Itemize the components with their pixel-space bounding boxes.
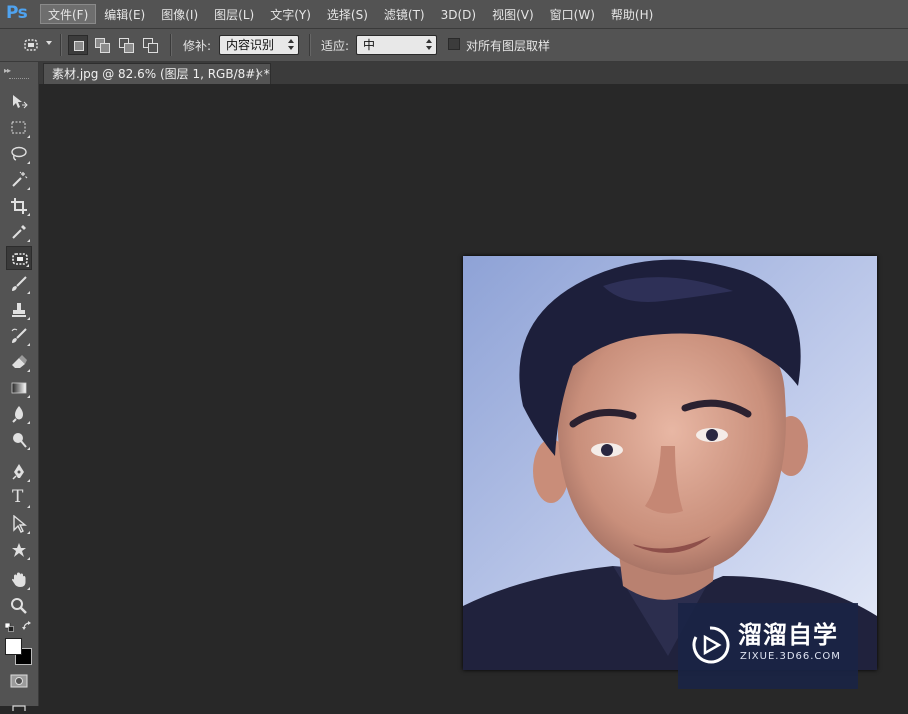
watermark-url: ZIXUE.3D66.COM <box>740 651 841 662</box>
patch-label: 修补: <box>183 39 212 53</box>
close-icon[interactable]: × <box>255 64 264 84</box>
menu-edit[interactable]: 编辑(E) <box>96 4 153 24</box>
menu-3d[interactable]: 3D(D) <box>433 4 484 24</box>
swap-colors-icon[interactable] <box>22 620 32 630</box>
menu-window[interactable]: 窗口(W) <box>542 4 603 24</box>
custom-shape-tool-icon[interactable] <box>6 538 32 562</box>
menu-type[interactable]: 文字(Y) <box>262 4 319 24</box>
play-logo-icon <box>692 626 730 664</box>
patch-tool-icon[interactable] <box>6 246 32 270</box>
magic-wand-tool-icon[interactable] <box>6 168 32 192</box>
menu-view[interactable]: 视图(V) <box>484 4 542 24</box>
screen-mode-icon[interactable] <box>12 700 26 713</box>
subtract-from-selection-button[interactable] <box>116 35 136 55</box>
intersect-selection-button[interactable] <box>140 35 160 55</box>
gradient-tool-icon[interactable] <box>6 376 32 400</box>
lasso-tool-icon[interactable] <box>6 142 32 166</box>
history-brush-tool-icon[interactable] <box>6 324 32 348</box>
adapt-label: 适应: <box>321 39 350 53</box>
quick-mask-icon[interactable] <box>10 674 28 688</box>
sample-all-layers-label[interactable]: 对所有图层取样 <box>466 37 550 54</box>
brush-tool-icon[interactable] <box>6 272 32 296</box>
adapt-select-value: 中 <box>363 38 376 52</box>
hand-tool-icon[interactable] <box>6 568 32 592</box>
patch-tool-icon[interactable] <box>22 37 40 53</box>
eraser-tool-icon[interactable] <box>6 350 32 374</box>
watermark-badge: 溜溜自学 ZIXUE.3D66.COM <box>678 603 858 689</box>
adapt-select[interactable]: 中 <box>356 35 437 55</box>
dodge-tool-icon[interactable] <box>6 428 32 452</box>
new-selection-button[interactable] <box>68 35 88 55</box>
options-bar: 修补: 内容识别 适应: 中 对所有图层取样 <box>0 29 908 62</box>
type-tool-glyph: T <box>12 487 24 507</box>
clone-stamp-tool-icon[interactable] <box>6 298 32 322</box>
separator <box>60 34 61 56</box>
menu-items: 文件(F) 编辑(E) 图像(I) 图层(L) 文字(Y) 选择(S) 滤镜(T… <box>40 4 661 24</box>
menu-bar: Ps 文件(F) 编辑(E) 图像(I) 图层(L) 文字(Y) 选择(S) 滤… <box>0 0 908 29</box>
watermark-title: 溜溜自学 <box>738 621 838 649</box>
menu-filter[interactable]: 滤镜(T) <box>376 4 433 24</box>
type-tool-icon[interactable]: T <box>6 486 32 510</box>
menu-layer[interactable]: 图层(L) <box>206 4 262 24</box>
default-colors-icon[interactable] <box>4 621 14 632</box>
menu-select[interactable]: 选择(S) <box>319 4 376 24</box>
pen-tool-icon[interactable] <box>6 460 32 484</box>
add-to-selection-button[interactable] <box>92 35 112 55</box>
document-tab[interactable]: 素材.jpg @ 82.6% (图层 1, RGB/8#) * × <box>43 63 271 84</box>
panel-grip[interactable] <box>9 78 29 81</box>
zoom-tool-icon[interactable] <box>6 594 32 618</box>
patch-select-value: 内容识别 <box>226 38 275 52</box>
document-tab-bar: 素材.jpg @ 82.6% (图层 1, RGB/8#) * × <box>39 62 908 84</box>
path-selection-tool-icon[interactable] <box>6 512 32 536</box>
collapse-panel-icon[interactable]: ▸▸ <box>4 66 11 75</box>
tool-preset-dropdown-icon[interactable] <box>46 41 52 45</box>
sample-all-layers-checkbox[interactable] <box>448 38 460 50</box>
photoshop-logo: Ps <box>6 3 28 23</box>
move-tool-icon[interactable] <box>6 90 32 114</box>
menu-file[interactable]: 文件(F) <box>40 4 97 24</box>
menu-image[interactable]: 图像(I) <box>153 4 206 24</box>
blur-tool-icon[interactable] <box>6 402 32 426</box>
document-tab-title: 素材.jpg @ 82.6% (图层 1, RGB/8#) * <box>52 67 270 81</box>
patch-select[interactable]: 内容识别 <box>219 35 299 55</box>
crop-tool-icon[interactable] <box>6 194 32 218</box>
separator <box>170 34 171 56</box>
menu-help[interactable]: 帮助(H) <box>603 4 661 24</box>
separator <box>309 34 310 56</box>
eyedropper-tool-icon[interactable] <box>6 220 32 244</box>
select-arrows-icon <box>288 39 294 51</box>
canvas-area[interactable]: 溜溜自学 ZIXUE.3D66.COM <box>39 84 908 706</box>
select-arrows-icon <box>426 39 432 51</box>
tools-panel: ▸▸ T <box>0 62 39 713</box>
foreground-color-swatch[interactable] <box>5 638 22 655</box>
marquee-tool-icon[interactable] <box>6 116 32 140</box>
